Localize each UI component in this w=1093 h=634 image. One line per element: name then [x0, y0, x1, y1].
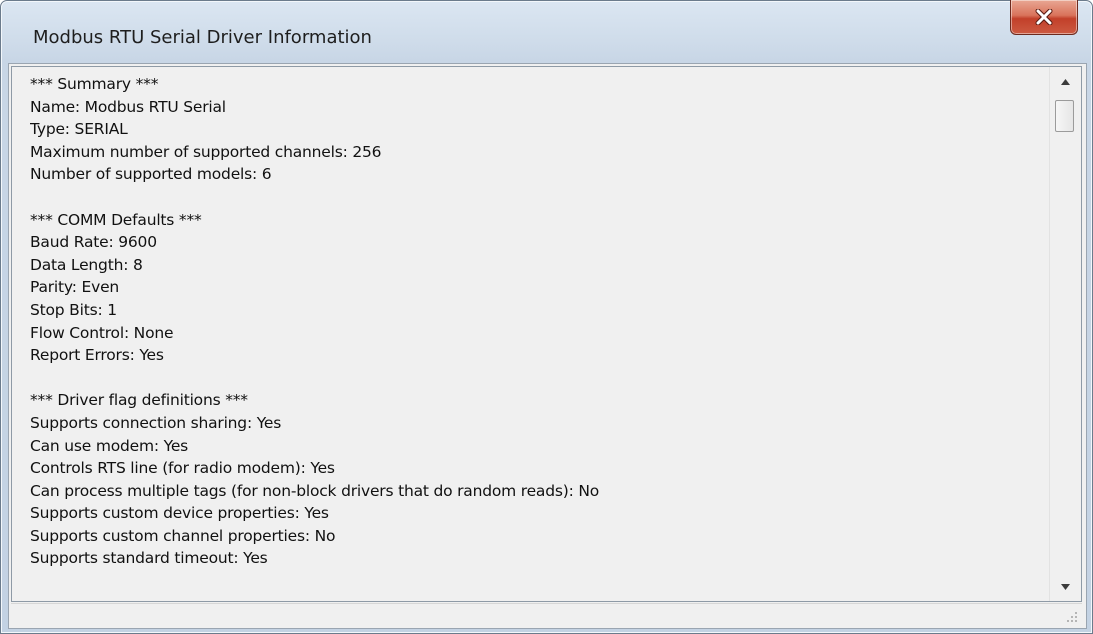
close-icon: [1035, 9, 1053, 25]
status-bar: [11, 603, 1082, 626]
scroll-down-button[interactable]: [1058, 579, 1073, 594]
close-button[interactable]: [1010, 0, 1078, 35]
text-line: Supports standard timeout: Yes: [30, 549, 268, 568]
text-line: Parity: Even: [30, 278, 120, 297]
text-line: Supports custom device properties: Yes: [30, 504, 329, 523]
text-line: Name: Modbus RTU Serial: [30, 97, 226, 116]
text-line: Supports connection sharing: Yes: [30, 413, 282, 432]
vertical-scrollbar[interactable]: [1049, 67, 1081, 601]
scroll-up-button[interactable]: [1058, 74, 1073, 89]
text-line: Baud Rate: 9600: [30, 233, 157, 252]
text-line: Report Errors: Yes: [30, 346, 164, 365]
title-bar[interactable]: Modbus RTU Serial Driver Information: [1, 0, 1092, 63]
text-line: Maximum number of supported channels: 25…: [30, 142, 382, 161]
text-line: Can use modem: Yes: [30, 436, 189, 455]
resize-grip-icon[interactable]: [1066, 611, 1078, 623]
text-line: Stop Bits: 1: [30, 300, 117, 319]
text-line: *** COMM Defaults ***: [30, 210, 202, 229]
scrollbar-thumb[interactable]: [1055, 100, 1074, 132]
client-area: *** Summary *** Name: Modbus RTU Serial Ty…: [8, 63, 1087, 629]
text-line: [30, 367, 1045, 390]
text-line: Supports custom channel properties: No: [30, 526, 336, 545]
text-line: [30, 186, 1045, 209]
text-line: Can process multiple tags (for non-block…: [30, 481, 600, 500]
text-line: Flow Control: None: [30, 323, 174, 342]
scroll-down-arrow-icon: [1061, 583, 1070, 590]
text-line: *** Summary ***: [30, 75, 159, 93]
info-text-area[interactable]: *** Summary *** Name: Modbus RTU Serial Ty…: [11, 66, 1082, 602]
text-line: *** Driver flag definitions ***: [30, 391, 248, 410]
text-line: Number of supported models: 6: [30, 165, 272, 184]
dialog-window: Modbus RTU Serial Driver Information ***…: [0, 0, 1093, 634]
driver-info-text: *** Summary *** Name: Modbus RTU Serial Ty…: [30, 73, 1045, 601]
text-line: Controls RTS line (for radio modem): Yes: [30, 459, 335, 478]
window-title: Modbus RTU Serial Driver Information: [33, 27, 372, 48]
text-line: Data Length: 8: [30, 255, 143, 274]
scroll-up-arrow-icon: [1061, 78, 1070, 85]
text-line: Type: SERIAL: [30, 120, 128, 139]
